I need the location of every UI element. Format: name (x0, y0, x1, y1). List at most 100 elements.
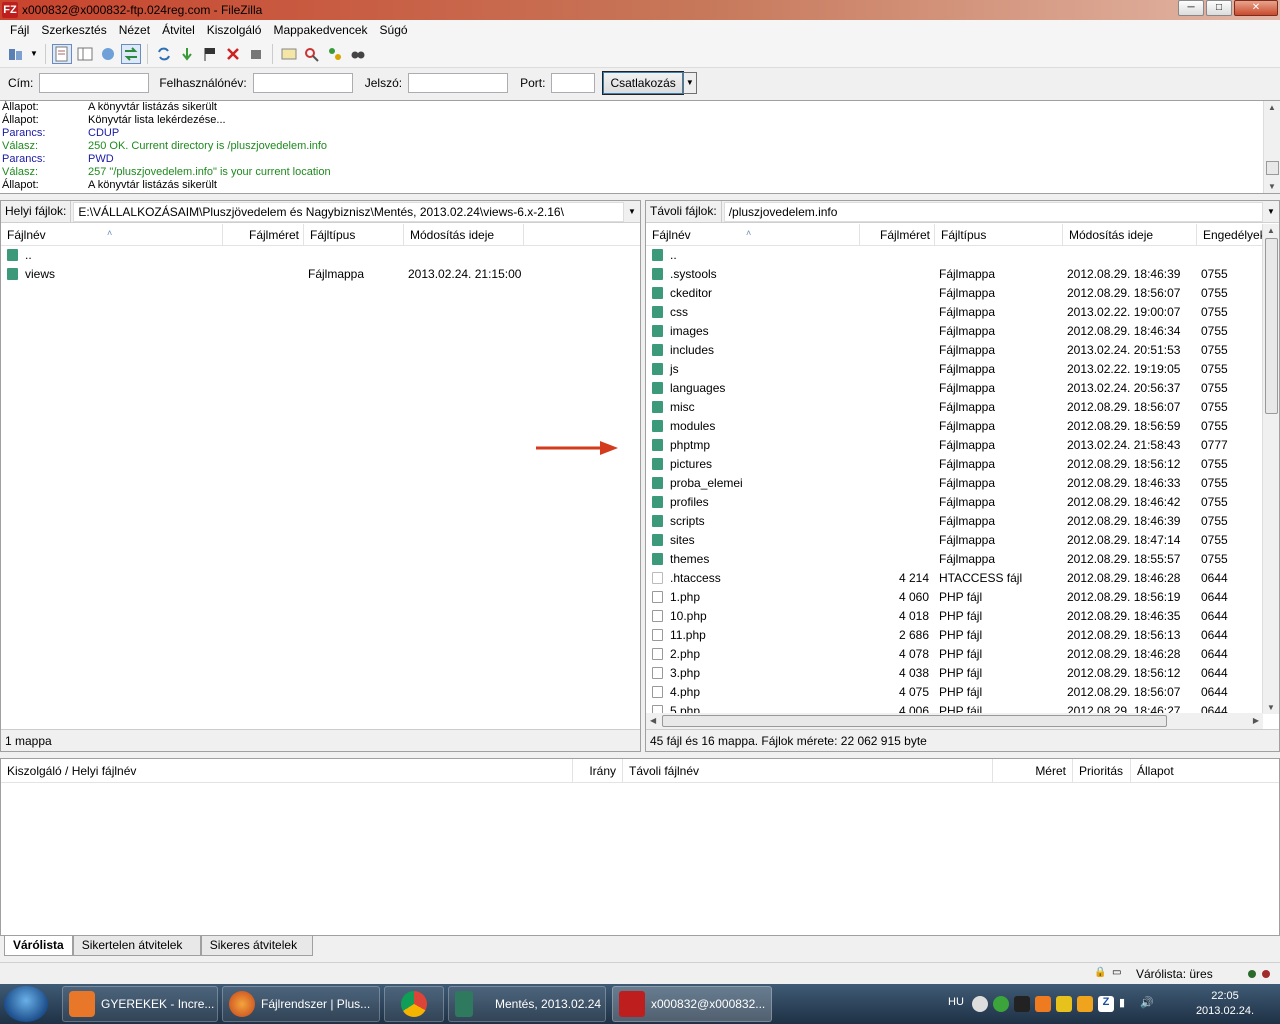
toggle-tree-icon[interactable] (75, 44, 95, 64)
file-row[interactable]: scripts Fájlmappa 2012.08.29. 18:46:39 0755 (646, 512, 1262, 531)
flag-icon[interactable] (200, 44, 220, 64)
col-remote-file[interactable]: Távoli fájlnév (623, 759, 993, 782)
menu-server[interactable]: Kiszolgáló (201, 23, 268, 37)
tray-app-icon[interactable]: Z (1098, 996, 1114, 1012)
file-row[interactable]: phptmp Fájlmappa 2013.02.24. 21:58:43 0777 (646, 436, 1262, 455)
file-row[interactable]: .htaccess 4 214 HTACCESS fájl 2012.08.29. 1… (646, 569, 1262, 588)
close-button[interactable]: ✕ (1234, 0, 1278, 16)
file-row[interactable]: .. (1, 246, 544, 265)
scroll-down-icon[interactable]: ▼ (1268, 182, 1276, 191)
taskbar-item-chrome[interactable] (384, 986, 444, 1022)
remote-path-dropdown-icon[interactable]: ▼ (1263, 207, 1279, 216)
file-row[interactable]: 10.php 4 018 PHP fájl 2012.08.29. 18:46:35 0… (646, 607, 1262, 626)
scroll-right-icon[interactable]: ▶ (1253, 716, 1259, 725)
tab-queued[interactable]: Várólista (4, 936, 73, 956)
remote-vscrollbar[interactable]: ▲ ▼ (1262, 224, 1279, 714)
password-input[interactable] (408, 73, 509, 93)
local-path-dropdown-icon[interactable]: ▼ (624, 207, 640, 216)
site-manager-icon[interactable] (6, 44, 26, 64)
file-row[interactable]: images Fájlmappa 2012.08.29. 18:46:34 0755 (646, 322, 1262, 341)
file-row[interactable]: themes Fájlmappa 2012.08.29. 18:55:57 0755 (646, 550, 1262, 569)
remote-hscroll-thumb[interactable] (662, 715, 1167, 727)
compare-icon[interactable] (302, 44, 322, 64)
file-row[interactable]: 1.php 4 060 PHP fájl 2012.08.29. 18:56:19 06… (646, 588, 1262, 607)
taskbar-item-filezilla[interactable]: x000832@x000832... (612, 986, 772, 1022)
tray-app-icon[interactable] (1035, 996, 1051, 1012)
tray-app-icon[interactable] (1056, 996, 1072, 1012)
col-filetype[interactable]: Fájltípus (935, 224, 1063, 245)
menu-view[interactable]: Nézet (113, 23, 156, 37)
find-icon[interactable] (348, 44, 368, 64)
log-scrollbar[interactable]: ▲ ▼ (1263, 101, 1280, 193)
transfer-queue[interactable]: Kiszolgáló / Helyi fájlnév Irány Távoli … (0, 758, 1280, 936)
file-row[interactable]: 2.php 4 078 PHP fájl 2012.08.29. 18:46:28 06… (646, 645, 1262, 664)
port-input[interactable] (551, 73, 596, 93)
file-row[interactable]: .. (646, 246, 1262, 265)
file-row[interactable]: 3.php 4 038 PHP fájl 2012.08.29. 18:56:12 06… (646, 664, 1262, 683)
message-log[interactable]: Állapot: A könyvtár listázás sikerült Áll… (0, 100, 1280, 194)
menu-edit[interactable]: Szerkesztés (35, 23, 112, 37)
tray-app-icon[interactable] (1077, 996, 1093, 1012)
file-row[interactable]: profiles Fájlmappa 2012.08.29. 18:46:42 075… (646, 493, 1262, 512)
sync-browse-icon[interactable] (325, 44, 345, 64)
file-row[interactable]: proba_elemei Fájlmappa 2012.08.29. 18:46:3… (646, 474, 1262, 493)
file-row[interactable]: modules Fájlmappa 2012.08.29. 18:56:59 0755 (646, 417, 1262, 436)
host-input[interactable] (39, 73, 150, 93)
volume-icon[interactable]: 🔊 (1140, 996, 1156, 1012)
file-row[interactable]: languages Fájlmappa 2013.02.24. 20:56:37 07… (646, 379, 1262, 398)
toggle-log-icon[interactable] (52, 43, 72, 64)
menu-transfer[interactable]: Átvitel (156, 23, 201, 37)
file-row[interactable]: misc Fájlmappa 2012.08.29. 18:56:07 0755 (646, 398, 1262, 417)
col-modified[interactable]: Módosítás ideje (1063, 224, 1197, 245)
col-filesize[interactable]: Fájlméret (223, 224, 304, 245)
refresh-icon[interactable] (154, 44, 174, 64)
file-row[interactable]: ckeditor Fájlmappa 2012.08.29. 18:56:07 075… (646, 284, 1262, 303)
remote-path-input[interactable]: /pluszjovedelem.info (723, 201, 1263, 222)
username-input[interactable] (252, 73, 353, 93)
menu-help[interactable]: Súgó (374, 23, 414, 37)
local-path-input[interactable]: E:\VÁLLALKOZÁSAIM\Pluszjövedelem és Nagy… (73, 201, 624, 222)
col-filetype[interactable]: Fájltípus (304, 224, 404, 245)
scroll-left-icon[interactable]: ◀ (650, 716, 656, 725)
file-row[interactable]: js Fájlmappa 2013.02.22. 19:19:05 0755 (646, 360, 1262, 379)
file-row[interactable]: css Fájlmappa 2013.02.22. 19:00:07 0755 (646, 303, 1262, 322)
quickconnect-dropdown-icon[interactable]: ▼ (682, 72, 697, 94)
col-modified[interactable]: Módosítás ideje (404, 224, 524, 245)
remote-vscroll-thumb[interactable] (1265, 238, 1278, 414)
toggle-queue-icon[interactable] (121, 43, 141, 64)
binary-mode-icon[interactable]: 🔒 (1094, 967, 1106, 978)
file-row[interactable]: 5.php 4 006 PHP fájl 2012.08.29. 18:46:27 06… (646, 702, 1262, 713)
file-row[interactable]: 11.php 2 686 PHP fájl 2012.08.29. 18:56:13 0… (646, 626, 1262, 645)
col-filename[interactable]: Fájlnév ˄ (1, 224, 223, 245)
col-status[interactable]: Állapot (1131, 759, 1277, 782)
col-filename[interactable]: Fájlnév ˄ (646, 224, 860, 245)
file-row[interactable]: pictures Fájlmappa 2012.08.29. 18:56:12 075… (646, 455, 1262, 474)
col-permissions[interactable]: Engedélyek (1197, 224, 1262, 245)
taskbar-item-explorer[interactable]: Mentés, 2013.02.24 (448, 986, 606, 1022)
tab-successful[interactable]: Sikeres átvitelek (200, 936, 313, 956)
tab-failed[interactable]: Sikertelen átvitelek (72, 936, 201, 956)
filter-icon[interactable] (279, 44, 299, 64)
remote-hscrollbar[interactable]: ◀ ▶ (646, 713, 1263, 729)
cancel-icon[interactable] (223, 44, 243, 64)
scroll-up-icon[interactable]: ▲ (1268, 103, 1276, 112)
log-scroll-thumb[interactable] (1266, 161, 1279, 175)
network-icon[interactable]: ▮ (1119, 996, 1135, 1012)
tray-app-icon[interactable] (972, 996, 988, 1012)
language-indicator[interactable]: HU (948, 996, 964, 1008)
utorrent-icon[interactable] (993, 996, 1009, 1012)
scroll-down-icon[interactable]: ▼ (1267, 703, 1275, 712)
start-button[interactable] (4, 986, 48, 1022)
quickconnect-button[interactable]: Csatlakozás (602, 71, 684, 95)
tray-app-icon[interactable] (1014, 996, 1030, 1012)
clock[interactable]: 22:05 2013.02.24. (1190, 989, 1260, 1019)
site-manager-dropdown-icon[interactable]: ▼ (29, 44, 39, 64)
speed-limit-icon[interactable]: ▭ (1112, 967, 1121, 978)
file-row[interactable]: .systools Fájlmappa 2012.08.29. 18:46:39 07… (646, 265, 1262, 284)
file-row[interactable]: sites Fájlmappa 2012.08.29. 18:47:14 0755 (646, 531, 1262, 550)
disconnect-icon[interactable] (246, 44, 266, 64)
scroll-up-icon[interactable]: ▲ (1267, 226, 1275, 235)
col-direction[interactable]: Irány (573, 759, 623, 782)
minimize-button[interactable]: ─ (1178, 0, 1204, 16)
menu-file[interactable]: Fájl (4, 23, 35, 37)
